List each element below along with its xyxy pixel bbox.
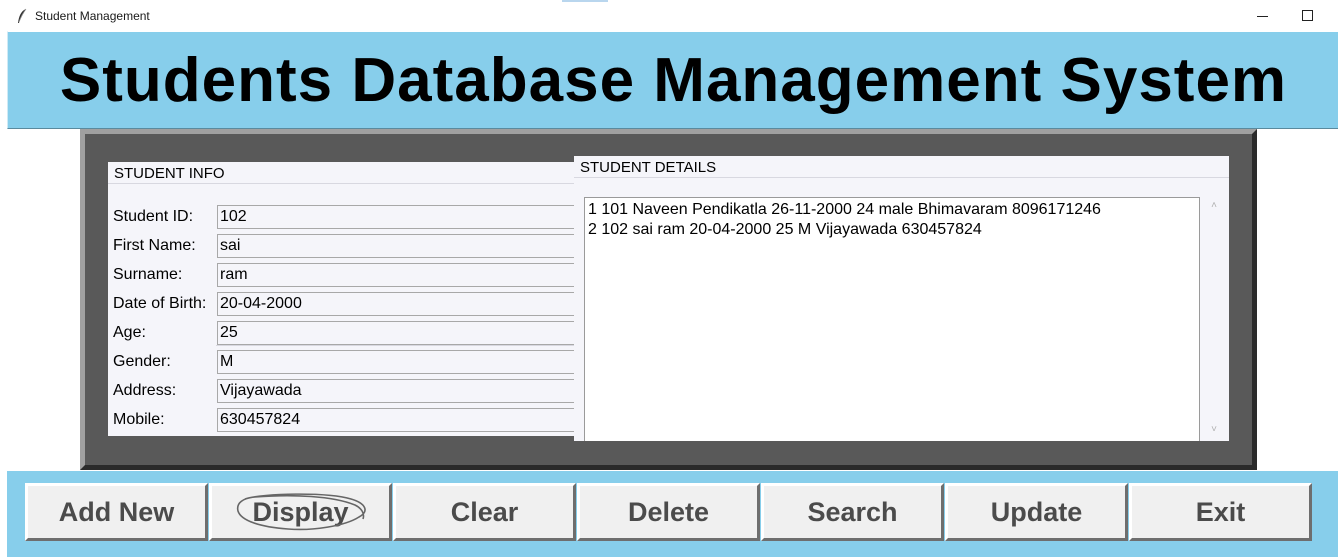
title-bar-accent [562,0,608,2]
page-title: Students Database Management System [59,46,1288,115]
header-banner: Students Database Management System [7,31,1338,129]
student-details-divider [574,177,1229,178]
search-button[interactable]: Search [761,483,944,541]
feather-icon [18,8,27,23]
age-label: Age: [113,324,146,341]
listbox-scrollbar[interactable]: ˄ ˅ [1201,197,1228,441]
minimize-icon[interactable] [1253,6,1273,26]
window-title: Student Management [35,9,150,23]
list-item[interactable]: 1 101 Naveen Pendikatla 26-11-2000 24 ma… [588,201,1101,219]
window-title-bar: Student Management [0,0,1338,31]
window-left-edge [0,31,7,557]
student-info-divider [108,183,574,184]
age-input[interactable] [217,321,574,345]
mobile-label: Mobile: [113,411,165,428]
first-name-label: First Name: [113,237,196,254]
first-name-input[interactable] [217,234,574,258]
student-records-listbox[interactable]: 1 101 Naveen Pendikatla 26-11-2000 24 ma… [584,197,1200,441]
student-id-label: Student ID: [113,208,194,225]
student-details-title: STUDENT DETAILS [580,159,717,176]
gender-label: Gender: [113,353,171,370]
surname-label: Surname: [113,266,183,283]
date-of-birth-label: Date of Birth: [113,295,207,312]
date-of-birth-input[interactable] [217,292,574,316]
scroll-down-arrow-icon[interactable]: ˅ [1209,425,1219,435]
clear-button[interactable]: Clear [393,483,576,541]
add-new-button[interactable]: Add New [25,483,208,541]
address-label: Address: [113,382,177,399]
mobile-input[interactable] [217,408,574,432]
delete-button[interactable]: Delete [577,483,760,541]
exit-button[interactable]: Exit [1129,483,1312,541]
display-button[interactable]: Display [209,483,392,541]
student-info-title: STUDENT INFO [114,165,225,182]
update-button[interactable]: Update [945,483,1128,541]
gender-input[interactable] [217,350,574,374]
surname-input[interactable] [217,263,574,287]
address-input[interactable] [217,379,574,403]
student-id-input[interactable] [217,205,574,229]
list-item[interactable]: 2 102 sai ram 20-04-2000 25 M Vijayawada… [588,221,982,239]
scroll-up-arrow-icon[interactable]: ˄ [1209,201,1219,211]
maximize-icon[interactable] [1297,6,1317,26]
